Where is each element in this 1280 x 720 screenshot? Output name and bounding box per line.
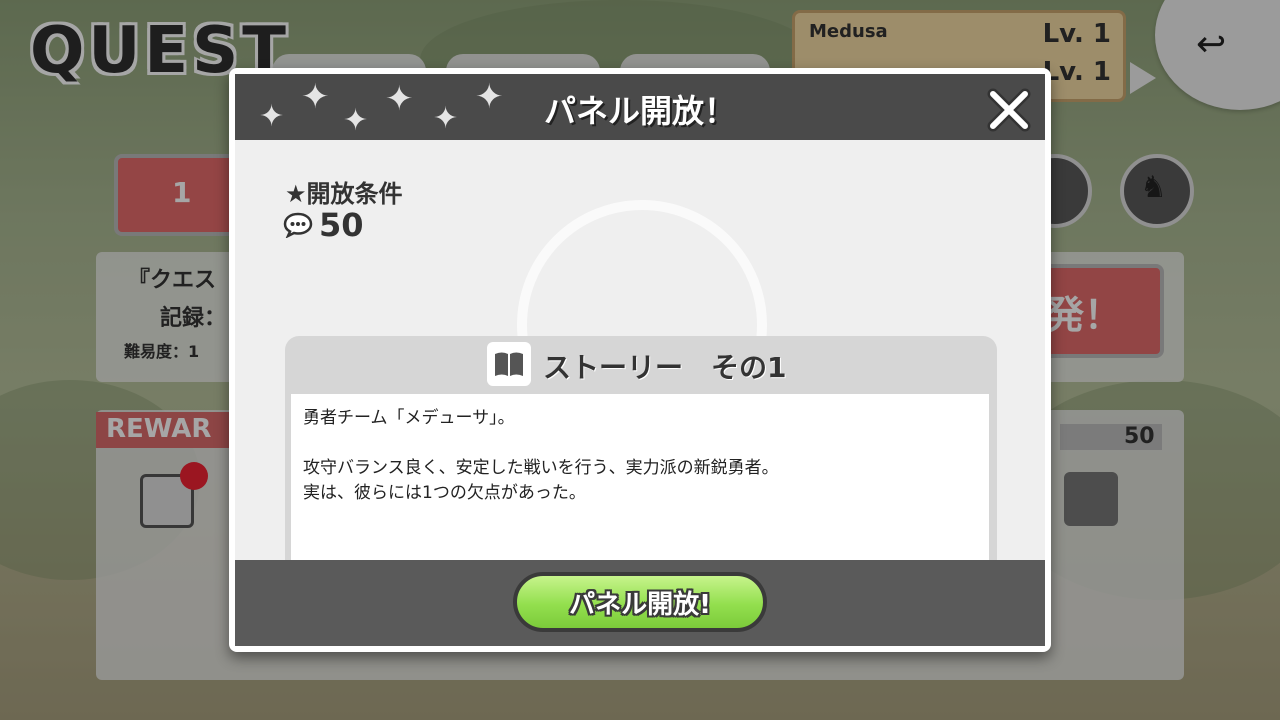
open-panel-button-label: パネル開放! [569,589,711,620]
dialog-title: パネル開放！ [543,92,736,130]
speech-bubble-icon [283,212,313,238]
story-line: 実は、彼らには1つの欠点があった。 [303,483,586,503]
dialog-header: ✦ ✦ ✦ ✦ ✦ ✦ パネル開放！ [235,74,1045,140]
condition-label: ★開放条件 [285,180,403,208]
dialog-footer: パネル開放! [235,560,1045,646]
story-title: ストーリー その1 [543,351,787,384]
story-line: 攻守バランス良く、安定した戦いを行う、実力派の新鋭勇者。 [303,458,779,478]
panel-open-dialog: ✦ ✦ ✦ ✦ ✦ ✦ パネル開放！ ★開放条件 50 ストーリー その1 勇者… [229,68,1051,652]
story-line [303,431,977,456]
close-icon [987,88,1031,132]
dialog-body: ★開放条件 50 ストーリー その1 勇者チーム「メデューサ」。 攻守バランス良… [235,140,1045,602]
story-line: 勇者チーム「メデューサ」。 [303,408,515,428]
story-icon-frame [487,342,531,386]
close-button[interactable] [983,84,1035,136]
book-icon [495,352,523,376]
open-panel-button[interactable]: パネル開放! [513,572,767,632]
condition-value: 50 [319,206,364,244]
